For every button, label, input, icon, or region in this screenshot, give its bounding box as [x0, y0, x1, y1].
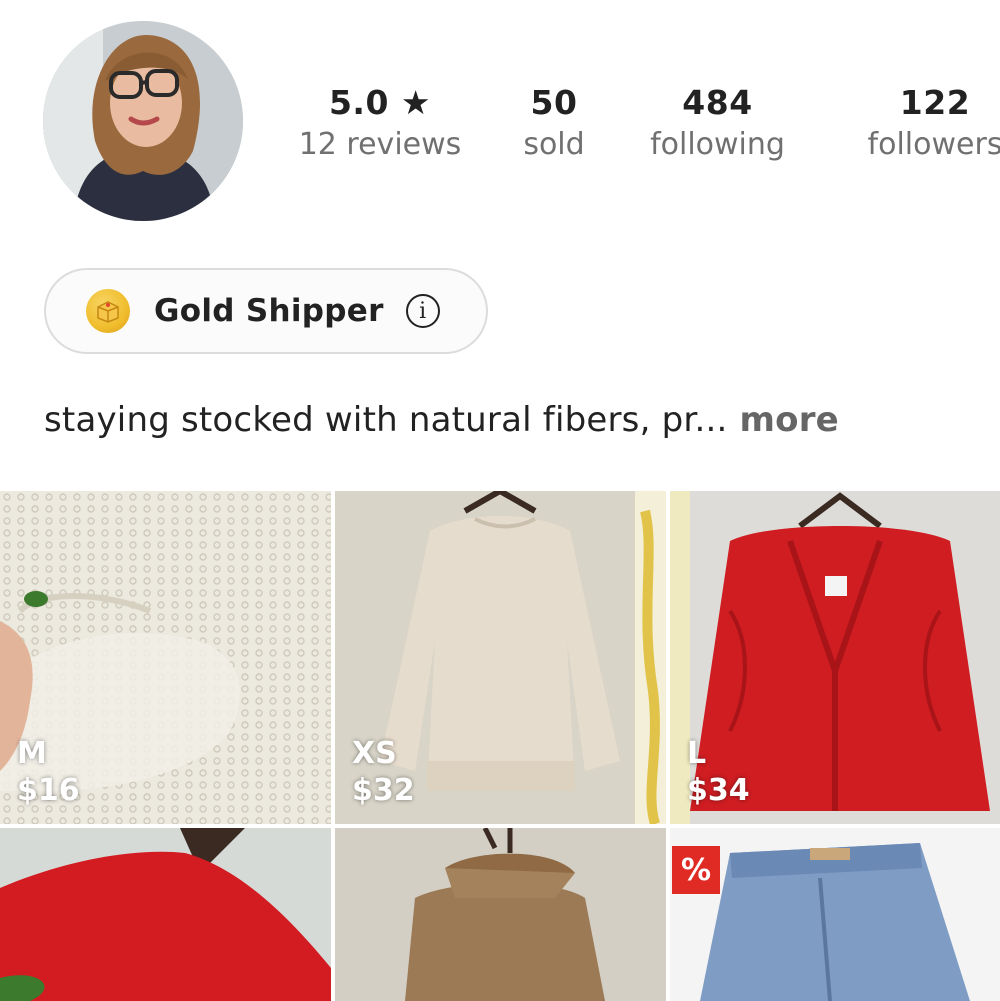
stat-sold[interactable]: 50 sold: [508, 83, 600, 167]
stat-reviews-value: 5.0 ★: [328, 83, 432, 122]
listing-price: $32: [352, 773, 415, 808]
listing-size: L: [687, 736, 707, 771]
stat-reviews-label: 12 reviews: [298, 127, 462, 162]
listing-tile[interactable]: M $16: [0, 491, 331, 824]
listing-tile[interactable]: L $34: [670, 491, 1000, 824]
listing-size: M: [17, 736, 47, 771]
gold-shipper-badge[interactable]: Gold Shipper i: [44, 268, 488, 354]
stat-followers[interactable]: 122 followers: [835, 83, 1000, 167]
bio-more-link[interactable]: more: [727, 400, 839, 440]
listing-tag: L $34: [687, 736, 750, 810]
stat-followers-value: 122: [899, 83, 971, 122]
stat-following-value: 484: [682, 83, 753, 122]
listing-tile[interactable]: XS $32: [335, 491, 666, 824]
profile-bio: staying stocked with natural fibers, pr.…: [44, 400, 839, 440]
listing-tag: M $16: [17, 736, 80, 810]
stat-following-label: following: [650, 127, 785, 162]
stat-reviews[interactable]: 5.0 ★ 12 reviews: [285, 83, 475, 167]
bio-text: staying stocked with natural fibers, pr.…: [44, 400, 728, 440]
discount-badge: %: [672, 846, 720, 894]
stat-followers-label: followers: [867, 127, 1000, 162]
listing-tag: XS $32: [352, 736, 415, 810]
listing-size: XS: [352, 736, 397, 771]
stat-sold-label: sold: [523, 127, 585, 162]
listing-price: $34: [687, 773, 750, 808]
gold-shipper-label: Gold Shipper: [154, 293, 384, 329]
profile-avatar[interactable]: [43, 21, 243, 221]
info-icon[interactable]: i: [405, 294, 440, 328]
listing-price: $16: [17, 773, 80, 808]
listing-tile[interactable]: [335, 828, 666, 1001]
stat-sold-value: 50: [530, 83, 578, 122]
turtleneck-sweater-image: [335, 828, 666, 1001]
listing-tile[interactable]: [0, 828, 331, 1001]
red-sweater-image: [0, 828, 331, 1001]
gold-box-icon: [86, 289, 130, 333]
stat-following[interactable]: 484 following: [630, 83, 805, 167]
